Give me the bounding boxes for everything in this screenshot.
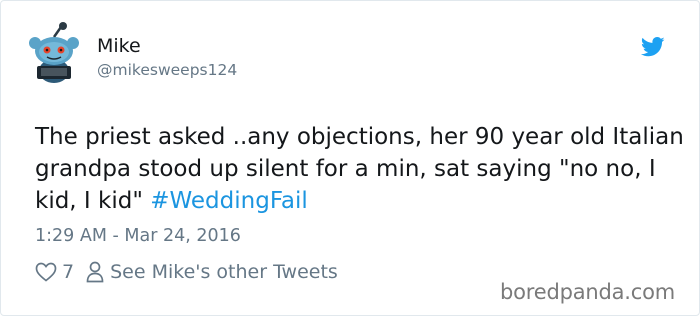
tweet-text: The priest asked ..any objections, her 9… [35, 121, 685, 217]
author-name[interactable]: Mike [97, 35, 141, 57]
twitter-bird-icon[interactable] [641, 37, 665, 57]
watermark: boredpanda.com [500, 280, 676, 304]
hashtag-link[interactable]: #WeddingFail [150, 188, 308, 214]
see-other-tweets-link[interactable]: See Mike's other Tweets [110, 261, 338, 283]
person-outline-icon[interactable] [86, 261, 104, 283]
tweet-body: The priest asked ..any objections, her 9… [35, 124, 684, 214]
tweet-card: Mike @mikesweeps124 The priest asked ..a… [0, 0, 700, 316]
like-count[interactable]: 7 [62, 261, 74, 283]
tweet-timestamp[interactable]: 1:29 AM - Mar 24, 2016 [35, 226, 241, 246]
heart-outline-icon[interactable] [35, 262, 57, 282]
tweet-actions: 7 See Mike's other Tweets [35, 261, 338, 283]
avatar[interactable] [23, 21, 85, 85]
author-handle[interactable]: @mikesweeps124 [97, 61, 237, 79]
